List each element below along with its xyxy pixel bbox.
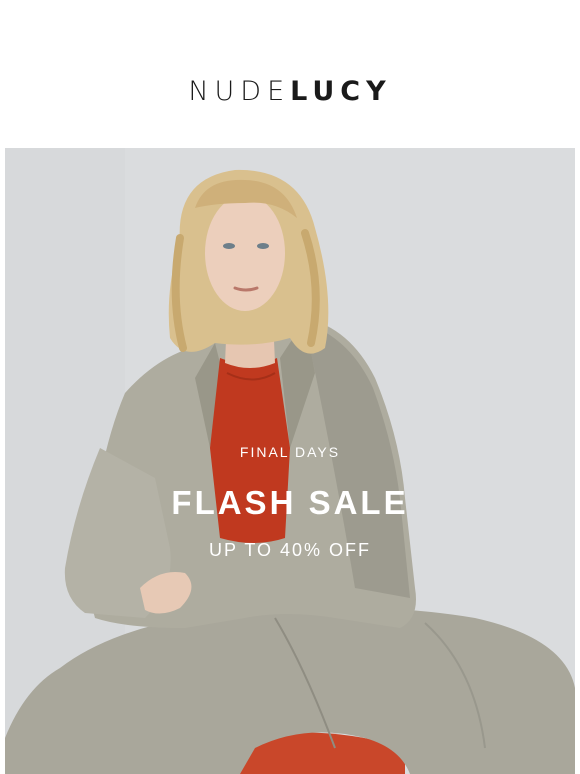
brand-logo[interactable]: NUDELUCY <box>188 76 391 107</box>
logo-bold-text: LUCY <box>290 75 392 107</box>
hero-banner[interactable]: FINAL DAYS FLASH SALE UP TO 40% OFF <box>5 148 575 774</box>
header: NUDELUCY <box>0 0 580 148</box>
headline-text: FLASH SALE <box>171 484 409 521</box>
logo-light-text: NUDE <box>188 75 291 107</box>
subhead-text: UP TO 40% OFF <box>208 540 372 560</box>
hero-image <box>5 148 575 774</box>
email-page: NUDELUCY FINAL DAYS FLASH SALE UP TO 40%… <box>0 0 580 774</box>
eyebrow-text: FINAL DAYS <box>239 444 341 460</box>
